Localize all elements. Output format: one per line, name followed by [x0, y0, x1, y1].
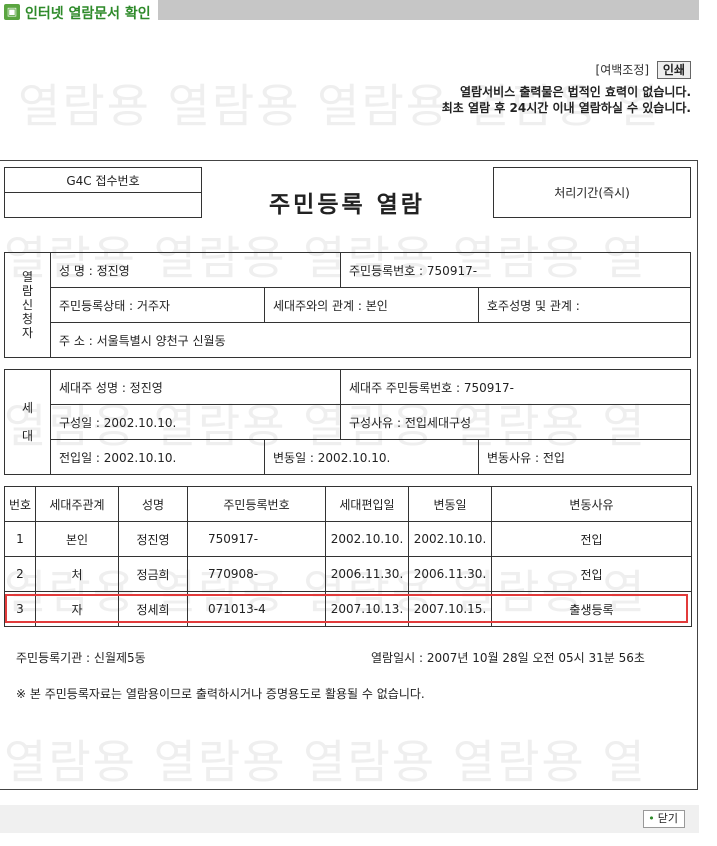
highlighted-row-marker	[5, 594, 688, 623]
table-header-col-reg-no: 주민등록번호	[187, 486, 326, 522]
head-name-relation: 호주성명 및 관계 :	[478, 287, 691, 323]
household-change-date: 변동일 : 2002.10.10.	[264, 439, 479, 475]
table-cell-col-join-date: 2002.10.10.	[325, 521, 409, 557]
table-cell-col-relation: 본인	[35, 521, 119, 557]
applicant-section-label: 열 람 신 청 자	[4, 252, 51, 358]
table-header-col-change-date: 변동일	[408, 486, 492, 522]
household-change-reason: 변동사유 : 전입	[478, 439, 691, 475]
table-header-col-name: 성명	[118, 486, 188, 522]
applicant-name: 성 명 : 정진영	[50, 252, 341, 288]
table-cell-col-reg-no: 770908-	[187, 556, 326, 592]
notice-line: 열람서비스 출력물은 법적인 효력이 없습니다.	[459, 85, 691, 99]
title-bar-fill	[158, 0, 699, 20]
document-icon: ▣	[4, 4, 20, 20]
bottom-bar	[0, 805, 699, 833]
viewed-datetime: 열람일시 : 2007년 10월 28일 오전 05시 31분 56초	[371, 651, 645, 665]
table-cell-col-reg-no: 750917-	[187, 521, 326, 557]
household-section-label: 세 대	[4, 369, 51, 475]
bullet-icon: •	[648, 812, 655, 825]
registration-office: 주민등록기관 : 신월제5동	[16, 651, 146, 665]
table-cell-col-change-reason: 전입	[491, 521, 692, 557]
page-title: 인터넷 열람문서 확인	[25, 6, 151, 22]
table-header-col-join-date: 세대편입일	[325, 486, 409, 522]
applicant-relation: 세대주와의 관계 : 본인	[264, 287, 479, 323]
applicant-address: 주 소 : 서울특별시 양천구 신월동	[50, 322, 691, 358]
receipt-value	[4, 192, 202, 218]
table-header-col-no: 번호	[4, 486, 36, 522]
household-formed-reason: 구성사유 : 전입세대구성	[340, 404, 691, 440]
household-head-name: 세대주 성명 : 정진영	[50, 369, 341, 405]
table-cell-col-change-date: 2006.11.30.	[408, 556, 492, 592]
applicant-reg-no: 주민등록번호 : 750917-	[340, 252, 691, 288]
table-header-col-relation: 세대주관계	[35, 486, 119, 522]
close-button[interactable]: • 닫기	[643, 810, 685, 828]
receipt-label: G4C 접수번호	[4, 167, 202, 193]
table-cell-col-name: 정진영	[118, 521, 188, 557]
disclaimer: ※ 본 주민등록자료는 열람용이므로 출력하시거나 증명용도로 활용될 수 없습…	[16, 687, 425, 701]
print-controls: [여백조정] 인쇄	[596, 61, 691, 79]
margin-adjust-link[interactable]: [여백조정]	[596, 63, 650, 77]
table-cell-col-join-date: 2006.11.30.	[325, 556, 409, 592]
notice: 열람서비스 출력물은 법적인 효력이 없습니다. 최초 열람 후 24시간 이내…	[442, 84, 691, 116]
table-cell-col-no: 1	[4, 521, 36, 557]
table-cell-col-no: 2	[4, 556, 36, 592]
table-header-col-change-reason: 변동사유	[491, 486, 692, 522]
table-cell-col-change-date: 2002.10.10.	[408, 521, 492, 557]
household-formed-date: 구성일 : 2002.10.10.	[50, 404, 341, 440]
household-head-reg-no: 세대주 주민등록번호 : 750917-	[340, 369, 691, 405]
title-bar: ▣ 인터넷 열람문서 확인	[0, 0, 699, 24]
household-movein-date: 전입일 : 2002.10.10.	[50, 439, 265, 475]
applicant-status: 주민등록상태 : 거주자	[50, 287, 265, 323]
processing-period: 처리기간(즉시)	[493, 167, 691, 218]
table-cell-col-change-reason: 전입	[491, 556, 692, 592]
table-cell-col-relation: 처	[35, 556, 119, 592]
print-button[interactable]: 인쇄	[656, 61, 691, 79]
table-cell-col-name: 정금희	[118, 556, 188, 592]
notice-line: 최초 열람 후 24시간 이내 열람하실 수 있습니다.	[441, 101, 691, 115]
document-title: 주민등록 열람	[269, 192, 425, 218]
